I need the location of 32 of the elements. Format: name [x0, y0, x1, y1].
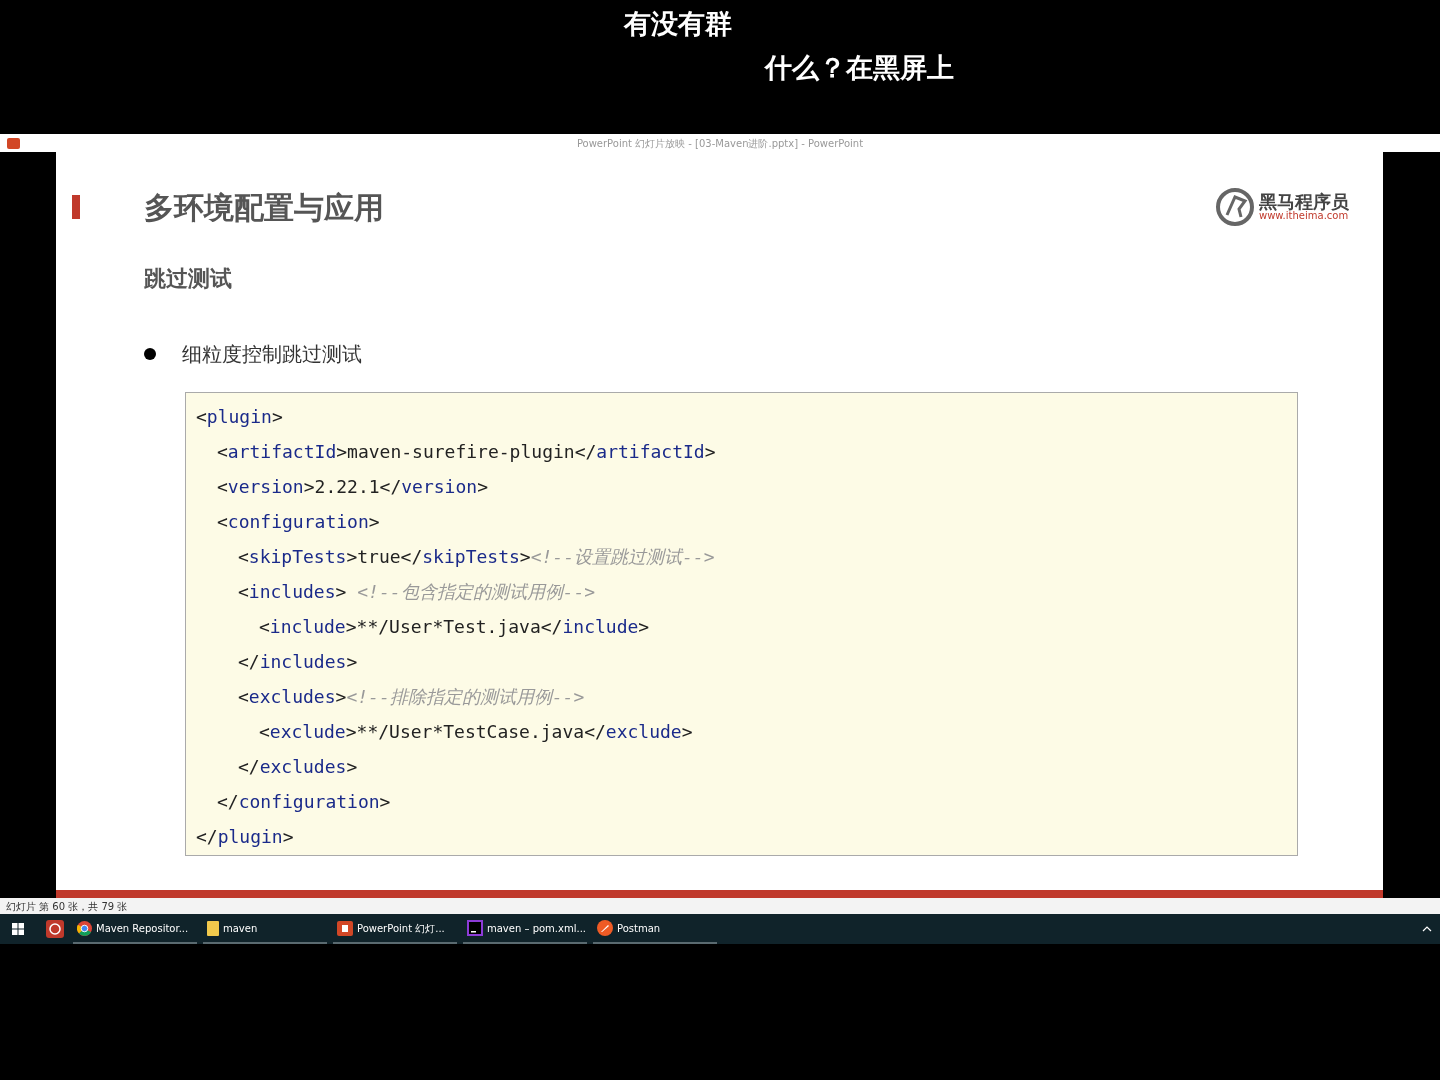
- app-icon: [7, 137, 20, 149]
- slide-subtitle: 跳过测试: [144, 265, 233, 293]
- bullet-icon: [144, 348, 156, 360]
- code-line: <exclude>**/User*TestCase.java</exclude>: [259, 720, 693, 744]
- code-line: <plugin>: [196, 405, 283, 429]
- bullet-text: 细粒度控制跳过测试: [182, 341, 362, 368]
- code-line: <includes> <!--包含指定的测试用例-->: [238, 580, 596, 604]
- browser-icon: [77, 920, 92, 936]
- comment-text: 什么？在黑屏上: [765, 51, 954, 85]
- code-line: <skipTests>true</skipTests><!--设置跳过测试-->: [238, 545, 715, 569]
- code-line: </includes>: [238, 650, 358, 674]
- slide-counter: 幻灯片 第 60 张，共 79 张: [6, 899, 128, 914]
- code-line: </excludes>: [238, 755, 358, 779]
- slides-app-icon: [337, 920, 353, 936]
- code-line: <configuration>: [217, 510, 380, 534]
- chevron-up-icon[interactable]: [1422, 926, 1432, 932]
- start-icon[interactable]: [12, 923, 24, 935]
- ide-app-icon: [467, 920, 483, 936]
- code-line: <artifactId>maven-surefire-plugin</artifactId>: [217, 440, 716, 464]
- code-line: <include>**/User*Test.java</include>: [259, 615, 650, 639]
- window-title: PowerPoint 幻灯片放映 - [03-Maven进阶.pptx] - PowerPoint: [576, 136, 864, 151]
- app-icon[interactable]: [46, 920, 64, 938]
- code-line: </configuration>: [217, 790, 391, 814]
- slide-title: 多环境配置与应用: [144, 188, 384, 227]
- title-marker: [72, 195, 80, 219]
- logo-text: 黑马程序员: [1259, 193, 1349, 211]
- folder-icon: [207, 920, 219, 936]
- comment-text: 有没有群: [624, 7, 732, 41]
- code-line: <version>2.22.1</version>: [217, 475, 488, 499]
- logo-url: www.itheima.com: [1259, 211, 1349, 221]
- code-line: </plugin>: [196, 825, 294, 849]
- code-line: <excludes><!--排除指定的测试用例-->: [238, 685, 585, 709]
